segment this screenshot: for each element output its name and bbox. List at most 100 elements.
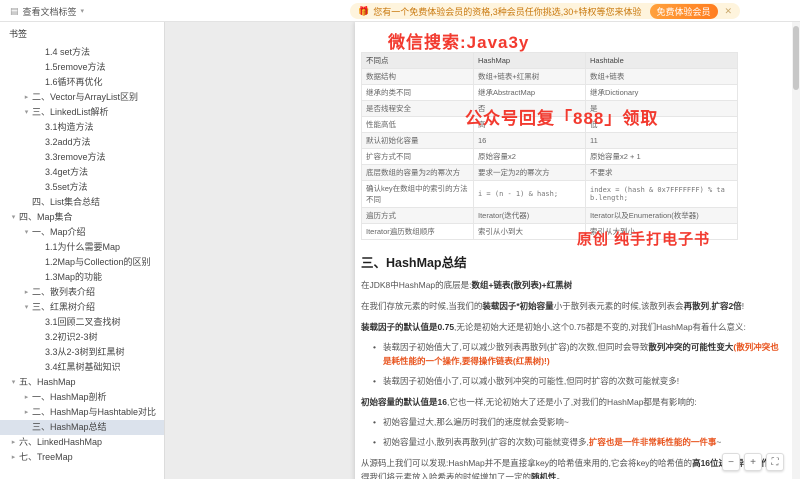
compare-table: 不同点 HashMap Hashtable 数据结构 数组+链表+红黑树 数组+链表 继承… bbox=[361, 52, 738, 240]
sidebar-item[interactable]: 3.2初识2-3树 bbox=[0, 330, 164, 345]
sidebar-item[interactable]: ▸ 二、Vector与ArrayList区别 bbox=[0, 90, 164, 105]
table-cell: 性能高低 bbox=[361, 116, 474, 133]
sidebar-item[interactable]: 1.1为什么需要Map bbox=[0, 240, 164, 255]
sidebar-item[interactable]: ▸ 一、HashMap剖析 bbox=[0, 390, 164, 405]
doc-tags-label: 查看文档标签 bbox=[22, 6, 77, 17]
table-cell: 是 bbox=[585, 100, 738, 117]
table-cell: 默认初始化容量 bbox=[361, 132, 474, 149]
bookmark-tab[interactable]: 书签 bbox=[0, 22, 164, 44]
sidebar-item[interactable]: 3.3从2-3树到红黑树 bbox=[0, 345, 164, 360]
sidebar-item-label: 六、LinkedHashMap bbox=[19, 437, 103, 447]
sidebar-item[interactable]: 3.2add方法 bbox=[0, 135, 164, 150]
chevron-down-icon[interactable]: ▾ bbox=[21, 300, 32, 315]
sidebar-item-label: 四、List集合总结 bbox=[32, 197, 101, 207]
compare-table-body: 数据结构 数组+链表+红黑树 数组+链表 继承的类不同 继承AbstractMap 继承D… bbox=[361, 68, 738, 240]
chevron-right-icon[interactable]: ▸ bbox=[21, 390, 32, 405]
paragraph: 初始容量的默认值是16,它也一样,无论初始大了还是小了,对我们的HashMap都… bbox=[361, 395, 781, 409]
table-cell: 扩容方式不同 bbox=[361, 148, 474, 165]
bullet-icon: • bbox=[373, 417, 376, 428]
sidebar-item[interactable]: 1.5remove方法 bbox=[0, 60, 164, 75]
chevron-right-icon[interactable]: ▸ bbox=[8, 450, 19, 465]
sidebar-item[interactable]: ▸ 七、TreeMap bbox=[0, 450, 164, 465]
sidebar-item[interactable]: ▾ 一、Map介绍 bbox=[0, 225, 164, 240]
sidebar-item[interactable]: 3.5set方法 bbox=[0, 180, 164, 195]
chevron-down-icon: ▾ bbox=[80, 8, 85, 15]
chevron-down-icon[interactable]: ▾ bbox=[21, 225, 32, 240]
sidebar-item[interactable]: 3.4红黑树基础知识 bbox=[0, 360, 164, 375]
sidebar-item[interactable]: 四、List集合总结 bbox=[0, 195, 164, 210]
paragraph: 在JDK8中HashMap的底层是:数组+链表(散列表)+红黑树 bbox=[361, 278, 781, 292]
text-segment: 从源码上我们可以发现:HashMap并不是直接拿key的哈希值来用的,它会将ke… bbox=[361, 458, 693, 469]
table-cell: 11 bbox=[585, 132, 738, 149]
compare-table-head-row: 不同点 HashMap Hashtable bbox=[361, 52, 738, 69]
sidebar-item[interactable]: 1.3Map的功能 bbox=[0, 270, 164, 285]
document-page: 不同点 HashMap Hashtable 数据结构 数组+链表+红黑树 数组+链表 继承… bbox=[355, 22, 792, 479]
table-row: 性能高低高低 bbox=[361, 116, 738, 133]
table-row: 扩容方式不同 原始容量x2 原始容量x2 + 1 bbox=[361, 148, 738, 165]
chevron-right-icon[interactable]: ▸ bbox=[21, 90, 32, 105]
section-title: 三、HashMap总结 bbox=[361, 252, 781, 271]
table-header-cell: Hashtable bbox=[585, 52, 738, 69]
sidebar-item[interactable]: 三、HashMap总结 bbox=[0, 420, 164, 435]
text-segment: 扩容也是一件非常耗性能的一件事 bbox=[588, 437, 717, 448]
sidebar-item[interactable]: 1.4 set方法 bbox=[0, 45, 164, 60]
text-segment: 散列冲突的可能性变大 bbox=[648, 342, 734, 353]
bookmark-tree: 1.4 set方法 1.5remove方法 1.6循环再优化 ▸ 二、Vector与Ar… bbox=[0, 45, 164, 479]
doc-tags-dropdown[interactable]: ▤ 查看文档标签 ▾ bbox=[10, 0, 84, 22]
text-segment: 。 bbox=[556, 472, 566, 479]
scrollbar-thumb[interactable] bbox=[793, 26, 799, 90]
chevron-down-icon[interactable]: ▾ bbox=[8, 375, 19, 390]
sidebar-item-label: 三、LinkedList解析 bbox=[32, 107, 109, 117]
table-cell: 确认key在数组中的索引的方法不同 bbox=[361, 180, 474, 208]
table-cell: 索引从大到小 bbox=[585, 223, 738, 240]
sidebar-item-label: 3.3从2-3树到红黑树 bbox=[45, 347, 125, 357]
vertical-scrollbar[interactable] bbox=[792, 22, 800, 479]
sidebar-item[interactable]: ▸ 二、HashMap与Hashtable对比 bbox=[0, 405, 164, 420]
banner-close-icon[interactable]: ✕ bbox=[725, 6, 733, 17]
text-segment: 在JDK8中HashMap的底层是: bbox=[361, 280, 472, 290]
sidebar-item[interactable]: ▸ 二、散列表介绍 bbox=[0, 285, 164, 300]
chevron-right-icon[interactable]: ▸ bbox=[8, 435, 19, 450]
free-trial-button[interactable]: 免费体验会员 bbox=[649, 3, 718, 19]
table-row: 默认初始化容量 16 11 bbox=[361, 132, 738, 149]
table-row: Iterator遍历数组顺序 索引从小到大 索引从大到小 bbox=[361, 223, 738, 240]
table-cell: 数组+链表 bbox=[585, 68, 738, 85]
sidebar-item-label: 1.2Map与Collection的区别 bbox=[45, 257, 151, 267]
table-cell: 继承AbstractMap bbox=[473, 84, 586, 101]
sidebar-item[interactable]: 3.3remove方法 bbox=[0, 150, 164, 165]
pdf-reader-app: ▤ 查看文档标签 ▾ 🎁 您有一个免费体验会员的资格,3种会员任你挑选,30+特… bbox=[0, 0, 800, 479]
table-header-cell: HashMap bbox=[473, 52, 586, 69]
text-segment: ,它也一样,无论初始大了还是小了,对我们的HashMap都是有影响的: bbox=[446, 397, 697, 408]
table-header-cell: 不同点 bbox=[361, 52, 474, 69]
table-row: 底层数组的容量为2的幂次方 要求一定为2的幂次方 不要求 bbox=[361, 164, 738, 181]
table-cell: 继承Dictionary bbox=[585, 84, 738, 101]
chevron-right-icon[interactable]: ▸ bbox=[21, 285, 32, 300]
banner-text: 您有一个免费体验会员的资格,3种会员任你挑选,30+特权等您来体验 bbox=[373, 6, 642, 17]
bookmark-tab-label: 书签 bbox=[9, 28, 28, 39]
sidebar-item[interactable]: 3.1回顾二叉查找树 bbox=[0, 315, 164, 330]
zoom-in-button[interactable]: + bbox=[744, 453, 762, 471]
sidebar-item[interactable]: ▾ 三、LinkedList解析 bbox=[0, 105, 164, 120]
chevron-right-icon[interactable]: ▸ bbox=[21, 405, 32, 420]
sidebar-item[interactable]: ▾ 四、Map集合 bbox=[0, 210, 164, 225]
text-segment: ,无论是初始大还是初始小,这个0.75都是不变的,对我们HashMap有着什么意… bbox=[454, 322, 746, 333]
sidebar-item[interactable]: ▸ 六、LinkedHashMap bbox=[0, 435, 164, 450]
sidebar-item[interactable]: ▾ 五、HashMap bbox=[0, 375, 164, 390]
sidebar-item[interactable]: 3.4get方法 bbox=[0, 165, 164, 180]
table-cell: 索引从小到大 bbox=[473, 223, 586, 240]
table-cell: 要求一定为2的幂次方 bbox=[473, 164, 586, 181]
chevron-down-icon[interactable]: ▾ bbox=[8, 210, 19, 225]
sidebar-item[interactable]: 1.6循环再优化 bbox=[0, 75, 164, 90]
chevron-down-icon[interactable]: ▾ bbox=[21, 105, 32, 120]
gift-icon: 🎁 bbox=[358, 5, 370, 16]
sidebar-item-label: 二、Vector与ArrayList区别 bbox=[32, 92, 139, 102]
table-cell: 继承的类不同 bbox=[361, 84, 474, 101]
table-cell: 否 bbox=[473, 100, 586, 117]
sidebar-item[interactable]: ▾ 三、红黑树介绍 bbox=[0, 300, 164, 315]
sidebar-item[interactable]: 3.1构造方法 bbox=[0, 120, 164, 135]
zoom-out-button[interactable]: − bbox=[722, 453, 740, 471]
sidebar-item[interactable]: 1.2Map与Collection的区别 bbox=[0, 255, 164, 270]
table-cell: index = (hash & 0x7FFFFFFF) % tab.length… bbox=[585, 180, 738, 208]
table-row: 继承的类不同 继承AbstractMap 继承Dictionary bbox=[361, 84, 738, 101]
fit-page-button[interactable]: ⛶ bbox=[766, 453, 784, 471]
